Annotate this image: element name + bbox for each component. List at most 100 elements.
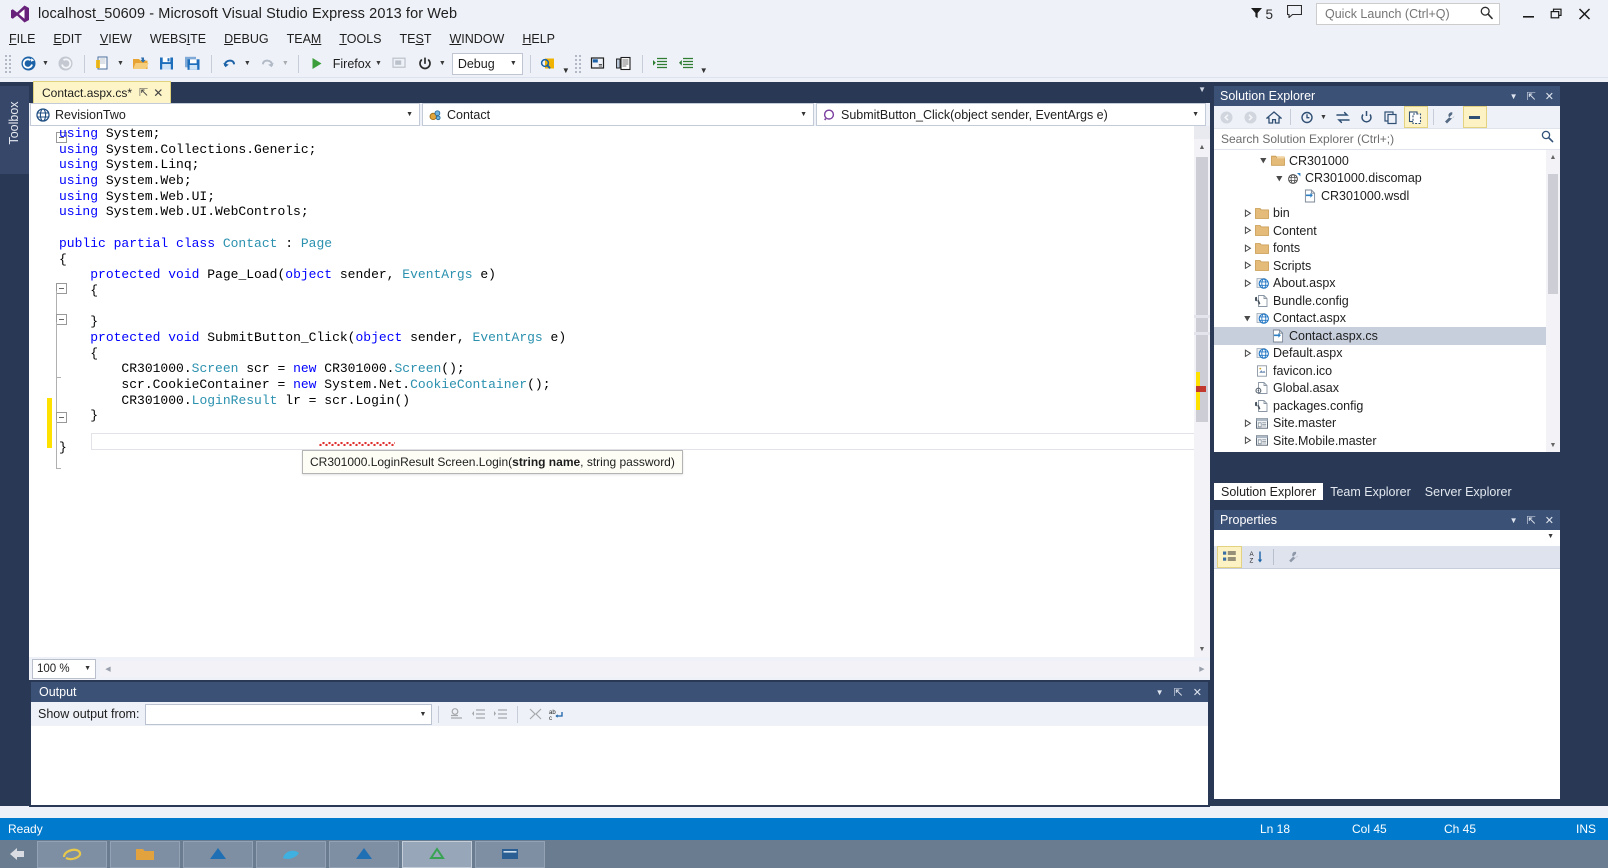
scroll-up-button[interactable]: ▲ xyxy=(1546,150,1560,164)
restore-button[interactable] xyxy=(1542,3,1570,25)
expand-triangle-right-icon[interactable] xyxy=(1240,349,1254,358)
toolbox-tab[interactable]: Toolbox xyxy=(0,86,29,174)
comment-selection-icon[interactable] xyxy=(611,53,637,75)
solution-explorer-scroll-thumb[interactable] xyxy=(1548,174,1558,294)
toolbar-grip[interactable] xyxy=(573,54,582,73)
find-in-files-icon[interactable] xyxy=(536,53,562,75)
save-icon[interactable] xyxy=(154,53,180,75)
browser-target-label[interactable]: Firefox xyxy=(330,57,374,71)
pin-icon[interactable]: ⇱ xyxy=(139,86,148,99)
tree-item-packages-config[interactable]: packages.config xyxy=(1214,397,1560,415)
refresh-icon[interactable] xyxy=(412,53,438,75)
pin-icon[interactable]: ⇱ xyxy=(1527,90,1536,103)
tree-item-cr301000-wsdl[interactable]: CR301000.wsdl xyxy=(1214,187,1560,205)
toolbar-overflow-icon[interactable]: ▼ xyxy=(700,66,708,77)
expand-triangle-down-icon[interactable] xyxy=(1272,174,1286,183)
tree-item-contact-aspx-cs[interactable]: Contact.aspx.cs xyxy=(1214,327,1560,345)
pending-changes-filter-icon[interactable] xyxy=(1296,107,1318,127)
expand-triangle-right-icon[interactable] xyxy=(1240,261,1254,270)
toggle-word-wrap-icon[interactable]: ab c xyxy=(546,704,568,724)
minimize-button[interactable] xyxy=(1514,3,1542,25)
collapse-all-icon[interactable] xyxy=(1380,107,1402,127)
expand-triangle-right-icon[interactable] xyxy=(1240,436,1254,445)
redo-icon[interactable] xyxy=(255,53,281,75)
expand-triangle-right-icon[interactable] xyxy=(1240,244,1254,253)
open-file-icon[interactable] xyxy=(128,53,154,75)
tab-server-explorer[interactable]: Server Explorer xyxy=(1418,483,1519,500)
taskbar-item-app-3[interactable] xyxy=(329,840,399,868)
expand-triangle-right-icon[interactable] xyxy=(1240,279,1254,288)
document-tab-contact-aspx-cs[interactable]: Contact.aspx.cs* ⇱ ✕ xyxy=(33,81,172,103)
save-all-icon[interactable] xyxy=(180,53,206,75)
taskbar-item-explorer[interactable] xyxy=(110,840,180,868)
taskbar-item-ie[interactable] xyxy=(37,840,107,868)
close-icon[interactable]: ✕ xyxy=(1545,90,1554,103)
code-text-content[interactable]: using System; using System.Collections.Ge… xyxy=(59,126,1199,455)
quick-launch-input[interactable] xyxy=(1323,4,1479,24)
browser-target-dropdown[interactable]: ▼ xyxy=(374,60,386,67)
go-to-previous-message-icon[interactable] xyxy=(467,704,489,724)
navbar-member-combo[interactable]: SubmitButton_Click(object sender, EventA… xyxy=(816,103,1206,126)
start-debugging-icon[interactable] xyxy=(304,53,330,75)
clear-all-icon[interactable] xyxy=(524,704,546,724)
expand-triangle-down-icon[interactable] xyxy=(1240,314,1254,323)
navigate-back-dropdown[interactable]: ▼ xyxy=(41,60,53,67)
tree-item-about-aspx[interactable]: About.aspx xyxy=(1214,275,1560,293)
notifications-button[interactable]: 5 xyxy=(1251,7,1273,22)
solution-explorer-scrollbar[interactable]: ▲ ▼ xyxy=(1546,150,1560,452)
chevron-down-icon[interactable]: ▼ xyxy=(1510,92,1518,101)
menu-tools[interactable]: TOOLS xyxy=(330,30,390,48)
tab-team-explorer[interactable]: Team Explorer xyxy=(1323,483,1418,500)
find-message-icon[interactable] xyxy=(445,704,467,724)
tree-item-bundle-config[interactable]: Bundle.config xyxy=(1214,292,1560,310)
close-icon[interactable]: ✕ xyxy=(1193,686,1202,699)
refresh-icon[interactable] xyxy=(1356,107,1378,127)
taskbar-item-app-2[interactable] xyxy=(256,840,326,868)
scroll-left-button[interactable]: ◀ xyxy=(100,661,116,677)
navigate-back-icon[interactable] xyxy=(1215,107,1237,127)
property-pages-wrench-icon[interactable] xyxy=(1282,547,1305,567)
sync-with-active-document-icon[interactable] xyxy=(1332,107,1354,127)
expand-triangle-right-icon[interactable] xyxy=(1240,209,1254,218)
preview-selected-items-icon[interactable] xyxy=(1462,106,1487,128)
toolbar-overflow-icon[interactable]: ▼ xyxy=(562,66,570,77)
home-icon[interactable] xyxy=(1263,107,1285,127)
editor-zoom-combo[interactable]: 100 % ▼ xyxy=(32,658,96,679)
solution-explorer-search-box[interactable] xyxy=(1214,129,1560,150)
search-icon[interactable] xyxy=(1541,130,1554,148)
tree-item-cr301000-discomap[interactable]: CR301000.discomap xyxy=(1214,170,1560,188)
code-editor-surface[interactable]: using System; using System.Collections.Ge… xyxy=(29,126,1210,657)
tree-item-favicon-ico[interactable]: favicon.ico xyxy=(1214,362,1560,380)
scroll-right-button[interactable]: ▶ xyxy=(1194,661,1210,677)
tree-item-scripts[interactable]: Scripts xyxy=(1214,257,1560,275)
expand-triangle-right-icon[interactable] xyxy=(1240,419,1254,428)
properties-grid[interactable] xyxy=(1214,569,1560,799)
tree-item-content[interactable]: Content xyxy=(1214,222,1560,240)
undo-dropdown[interactable]: ▼ xyxy=(243,60,255,67)
navigate-forward-icon[interactable] xyxy=(53,53,79,75)
go-to-next-message-icon[interactable] xyxy=(489,704,511,724)
document-list-dropdown-icon[interactable]: ▼ xyxy=(1198,85,1206,94)
tree-item-site-mobile-master[interactable]: Site.Mobile.master xyxy=(1214,432,1560,450)
menu-edit[interactable]: EDIT xyxy=(44,30,90,48)
solution-configuration-combo[interactable]: Debug ▼ xyxy=(451,52,523,75)
taskbar-item-active[interactable] xyxy=(402,840,472,868)
tree-item-viewswitcher-ascx[interactable]: ViewSwitcher.ascx xyxy=(1214,450,1560,452)
navbar-type-combo[interactable]: Contact ▼ xyxy=(422,103,814,126)
decrease-indent-icon[interactable] xyxy=(674,53,700,75)
expand-triangle-right-icon[interactable] xyxy=(1240,226,1254,235)
pin-icon[interactable]: ⇱ xyxy=(1527,514,1536,527)
new-item-icon[interactable] xyxy=(90,53,116,75)
taskbar-item-app-1[interactable] xyxy=(183,840,253,868)
navigate-to-icon[interactable] xyxy=(585,53,611,75)
menu-debug[interactable]: DEBUG xyxy=(215,30,277,48)
navigate-forward-icon[interactable] xyxy=(1239,107,1261,127)
expand-triangle-down-icon[interactable] xyxy=(1256,156,1270,165)
filter-dropdown-icon[interactable]: ▼ xyxy=(1319,114,1331,121)
output-text-area[interactable] xyxy=(31,726,1208,805)
menu-help[interactable]: HELP xyxy=(513,30,564,48)
tree-item-default-aspx[interactable]: Default.aspx xyxy=(1214,345,1560,363)
tab-solution-explorer[interactable]: Solution Explorer xyxy=(1214,483,1324,500)
show-all-files-icon[interactable] xyxy=(1403,106,1428,128)
properties-object-selector[interactable]: ▼ xyxy=(1214,530,1560,546)
